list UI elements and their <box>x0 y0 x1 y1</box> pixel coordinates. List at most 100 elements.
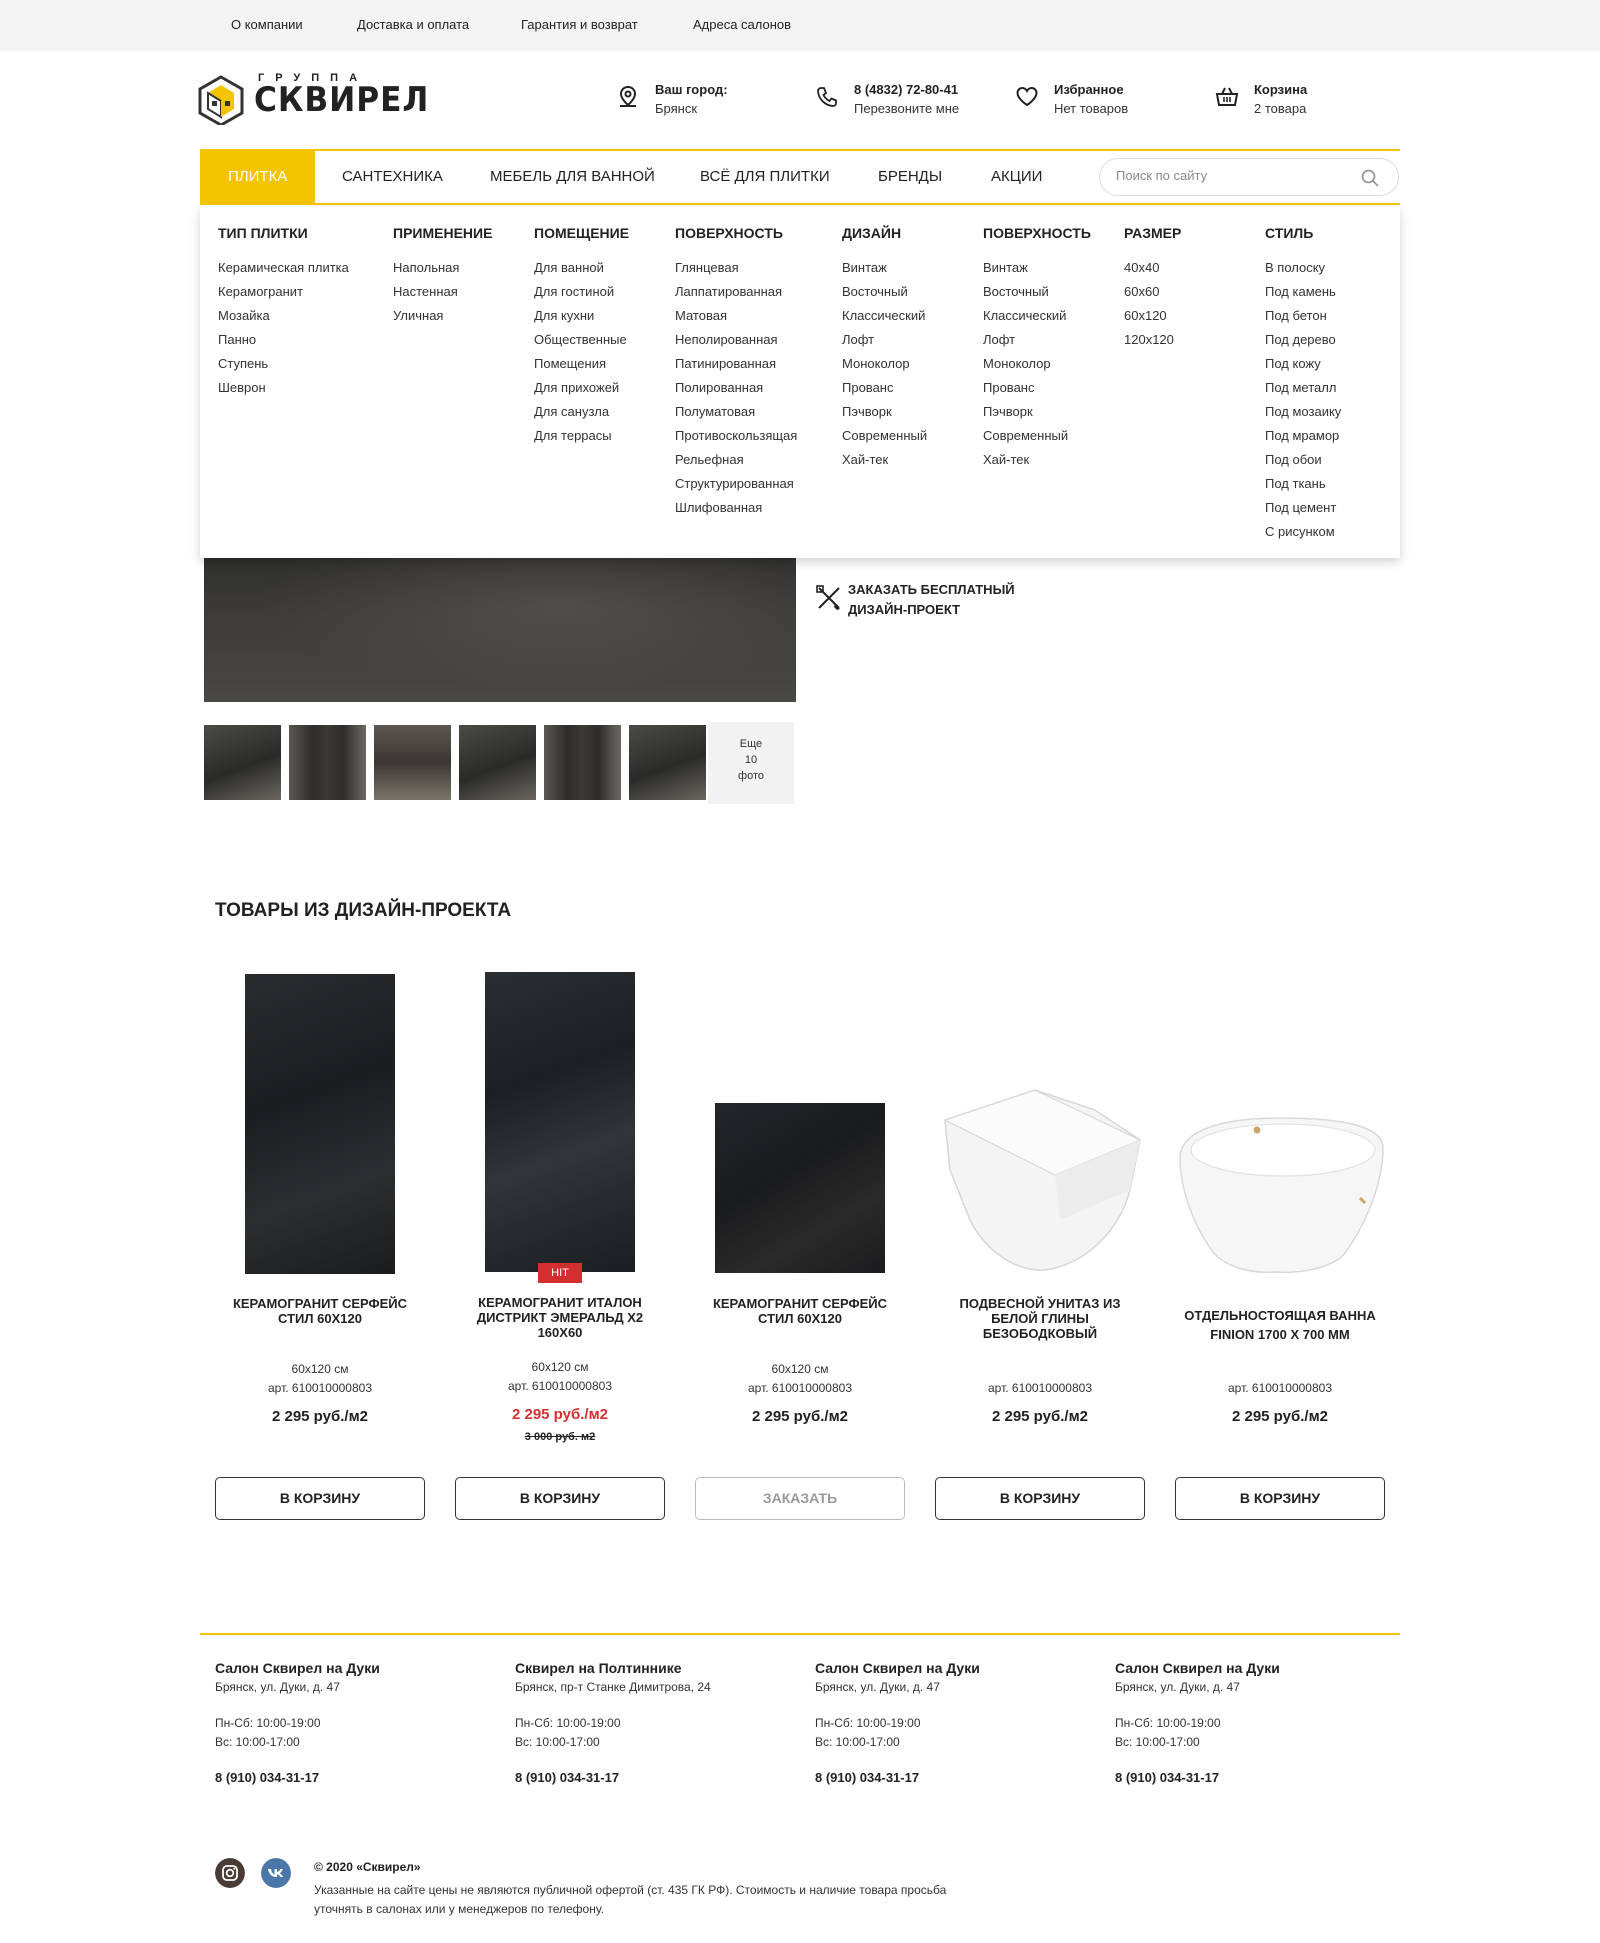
mega-link[interactable]: Прованс <box>983 376 1091 400</box>
mega-link[interactable]: Для гостиной <box>534 280 629 304</box>
product-image[interactable] <box>715 1103 885 1273</box>
product-image[interactable] <box>245 974 395 1274</box>
product-name[interactable]: Керамогранит Италон Дистрикт Эмеральд х2… <box>455 1295 665 1340</box>
mega-link[interactable]: Структурированная <box>675 472 797 496</box>
mega-link[interactable]: Для кухни <box>534 304 629 328</box>
product-image[interactable] <box>935 1080 1145 1280</box>
product-name[interactable]: Керамогранит Серфейс Стил 60x120 <box>695 1296 905 1326</box>
product-name[interactable]: Керамогранит Серфейс Стил 60x120 <box>215 1296 425 1326</box>
order-button[interactable]: Заказать <box>695 1477 905 1520</box>
product-name[interactable]: Подвесной унитаз из белой глины безободк… <box>935 1296 1145 1341</box>
nav-item-brands[interactable]: Бренды <box>878 151 942 203</box>
mega-link[interactable]: Под мрамор <box>1265 424 1341 448</box>
mega-link[interactable]: Керамогранит <box>218 280 349 304</box>
topbar-link-about[interactable]: О компании <box>231 17 303 32</box>
mega-link[interactable]: Под камень <box>1265 280 1341 304</box>
mega-link[interactable]: Для ванной <box>534 256 629 280</box>
mega-link[interactable]: Панно <box>218 328 349 352</box>
mega-link[interactable]: Под кожу <box>1265 352 1341 376</box>
mega-link[interactable]: Лофт <box>842 328 927 352</box>
mega-link[interactable]: Хай-тек <box>983 448 1091 472</box>
mega-link[interactable]: Помещения <box>534 352 629 376</box>
mega-link[interactable]: Мозайка <box>218 304 349 328</box>
mega-link[interactable]: Для террасы <box>534 424 629 448</box>
mega-link[interactable]: Винтаж <box>842 256 927 280</box>
mega-link[interactable]: Под обои <box>1265 448 1341 472</box>
salon-phone[interactable]: 8 (910) 034-31-17 <box>515 1770 805 1785</box>
mega-link[interactable]: Шлифованная <box>675 496 797 520</box>
product-image[interactable] <box>1175 1088 1385 1278</box>
mega-link[interactable]: Моноколор <box>983 352 1091 376</box>
nav-item-sales[interactable]: Акции <box>991 151 1042 203</box>
mega-link[interactable]: Классический <box>842 304 927 328</box>
instagram-icon[interactable] <box>215 1858 245 1888</box>
mega-link[interactable]: Неполированная <box>675 328 797 352</box>
add-to-cart-button[interactable]: В корзину <box>215 1477 425 1520</box>
mega-link[interactable]: С рисунком <box>1265 520 1341 544</box>
logo[interactable]: ГРУППА СКВИРЕЛ <box>198 72 428 127</box>
nav-item-plumbing[interactable]: Сантехника <box>342 151 443 203</box>
gallery-thumb[interactable] <box>544 725 621 800</box>
search-input[interactable] <box>1116 168 1336 183</box>
mega-link[interactable]: Шеврон <box>218 376 349 400</box>
gallery-thumb[interactable] <box>459 725 536 800</box>
phone-number[interactable]: 8 (4832) 72-80-41 <box>854 82 958 97</box>
mega-link[interactable]: Классический <box>983 304 1091 328</box>
salon-phone[interactable]: 8 (910) 034-31-17 <box>1115 1770 1405 1785</box>
mega-link[interactable]: Под металл <box>1265 376 1341 400</box>
mega-link[interactable]: 60x60 <box>1124 280 1181 304</box>
mega-link[interactable]: Для прихожей <box>534 376 629 400</box>
mega-link[interactable]: 60x120 <box>1124 304 1181 328</box>
mega-link[interactable]: Общественные <box>534 328 629 352</box>
mega-link[interactable]: Под цемент <box>1265 496 1341 520</box>
mega-link[interactable]: 40x40 <box>1124 256 1181 280</box>
mega-link[interactable]: Керамическая плитка <box>218 256 349 280</box>
mega-link[interactable]: Полированная <box>675 376 797 400</box>
mega-link[interactable]: Хай-тек <box>842 448 927 472</box>
mega-link[interactable]: Противоскользящая <box>675 424 797 448</box>
mega-link[interactable]: Винтаж <box>983 256 1091 280</box>
add-to-cart-button[interactable]: В корзину <box>1175 1477 1385 1520</box>
salon-phone[interactable]: 8 (910) 034-31-17 <box>215 1770 505 1785</box>
mega-link[interactable]: Для санузла <box>534 400 629 424</box>
mega-link[interactable]: Восточный <box>983 280 1091 304</box>
mega-link[interactable]: Настенная <box>393 280 492 304</box>
mega-link[interactable]: Под ткань <box>1265 472 1341 496</box>
nav-item-tile-supplies[interactable]: Всё для плитки <box>700 151 830 203</box>
gallery-thumb[interactable] <box>629 725 706 800</box>
add-to-cart-button[interactable]: В корзину <box>935 1477 1145 1520</box>
topbar-link-warranty[interactable]: Гарантия и возврат <box>521 17 638 32</box>
callback-link[interactable]: Перезвоните мне <box>854 101 959 116</box>
gallery-thumb[interactable] <box>374 725 451 800</box>
nav-item-bath-furniture[interactable]: Мебель для ванной <box>490 151 655 203</box>
search-icon[interactable] <box>1360 168 1380 188</box>
main-photo[interactable] <box>204 540 796 702</box>
mega-link[interactable]: Современный <box>842 424 927 448</box>
gallery-thumb[interactable] <box>289 725 366 800</box>
nav-item-tiles[interactable]: Плитка <box>200 151 316 203</box>
topbar-link-salons[interactable]: Адреса салонов <box>693 17 791 32</box>
mega-link[interactable]: Пэчворк <box>983 400 1091 424</box>
mega-link[interactable]: Под мозаику <box>1265 400 1341 424</box>
mega-link[interactable]: Под дерево <box>1265 328 1341 352</box>
mega-link[interactable]: Полуматовая <box>675 400 797 424</box>
mega-link[interactable]: Моноколор <box>842 352 927 376</box>
mega-link[interactable]: Матовая <box>675 304 797 328</box>
mega-link[interactable]: Пэчворк <box>842 400 927 424</box>
add-to-cart-button[interactable]: В корзину <box>455 1477 665 1520</box>
more-photos-button[interactable]: Еще 10 фото <box>708 722 794 804</box>
salon-phone[interactable]: 8 (910) 034-31-17 <box>815 1770 1105 1785</box>
mega-link[interactable]: Восточный <box>842 280 927 304</box>
mega-link[interactable]: Ступень <box>218 352 349 376</box>
product-name[interactable]: Отдельностоящая ванна Finion 1700 х 700 … <box>1175 1306 1385 1344</box>
mega-link[interactable]: Прованс <box>842 376 927 400</box>
mega-link[interactable]: Под бетон <box>1265 304 1341 328</box>
mega-link[interactable]: Лаппатированная <box>675 280 797 304</box>
mega-link[interactable]: Уличная <box>393 304 492 328</box>
mega-link[interactable]: Лофт <box>983 328 1091 352</box>
mega-link[interactable]: Глянцевая <box>675 256 797 280</box>
gallery-thumb[interactable] <box>204 725 281 800</box>
mega-link[interactable]: Напольная <box>393 256 492 280</box>
mega-link[interactable]: Рельефная <box>675 448 797 472</box>
mega-link[interactable]: 120x120 <box>1124 328 1181 352</box>
